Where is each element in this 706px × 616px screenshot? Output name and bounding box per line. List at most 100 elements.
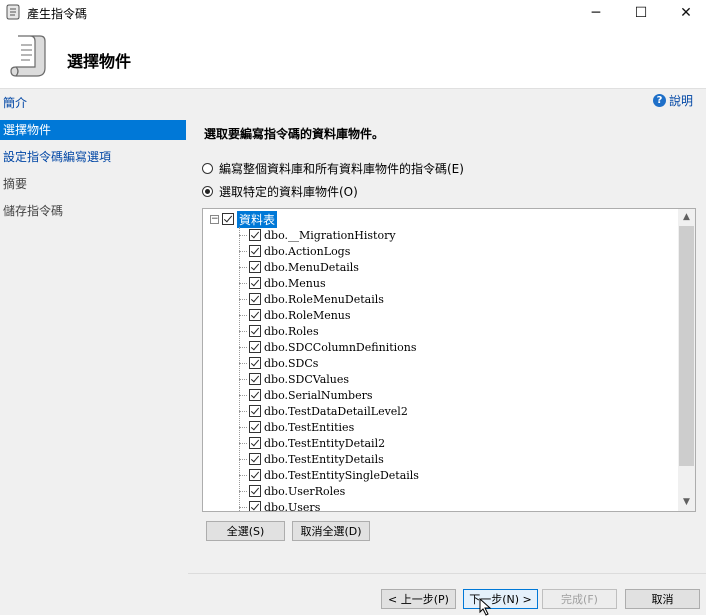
tree-item[interactable]: dbo.__MigrationHistory <box>239 227 396 243</box>
window-title: 產生指令碼 <box>27 7 88 21</box>
tree-item[interactable]: dbo.TestEntityDetails <box>239 451 384 467</box>
checkbox-checked[interactable] <box>249 405 261 417</box>
tree-item[interactable]: dbo.Roles <box>239 323 319 339</box>
checkbox-checked[interactable] <box>249 357 261 369</box>
checkbox-checked[interactable] <box>249 421 261 433</box>
tree-item-label: dbo.UserRoles <box>264 484 346 498</box>
checkbox-checked[interactable] <box>249 309 261 321</box>
minimize-button[interactable]: ─ <box>573 0 619 26</box>
tree-connector <box>239 394 247 396</box>
tree-item[interactable]: dbo.TestEntities <box>239 419 354 435</box>
object-tree[interactable]: − 資料表 dbo.__MigrationHistory dbo.ActionLo… <box>202 208 696 512</box>
tree-connector <box>239 298 247 300</box>
previous-button[interactable]: < 上一步(P) <box>381 589 456 609</box>
close-icon: ✕ <box>680 5 692 21</box>
tree-item-label: dbo.TestEntityDetail2 <box>264 436 386 450</box>
checkbox-checked[interactable] <box>249 293 261 305</box>
tree-item-label: dbo.TestEntitySingleDetails <box>264 468 419 482</box>
sidebar-item-choose-objects[interactable]: 選擇物件 <box>0 120 186 140</box>
help-label: 說明 <box>669 93 694 108</box>
tree-item-label: dbo.MenuDetails <box>264 260 359 274</box>
wizard-footer: < 上一步(P) 下一步(N) > 完成(F) 取消 <box>188 573 706 615</box>
tree-item[interactable]: dbo.TestEntityDetail2 <box>239 435 385 451</box>
checkbox-checked[interactable] <box>249 325 261 337</box>
maximize-icon: ☐ <box>634 5 648 21</box>
option-select-specific-objects[interactable]: 選取特定的資料庫物件(O) <box>202 183 358 199</box>
tree-connector <box>239 266 247 268</box>
tree-item[interactable]: dbo.SDCs <box>239 355 318 371</box>
collapse-icon[interactable]: − <box>210 214 219 224</box>
tree-item[interactable]: dbo.RoleMenuDetails <box>239 291 384 307</box>
tree-connector <box>239 250 247 252</box>
checkbox-checked[interactable] <box>249 261 261 273</box>
scrollbar-thumb[interactable] <box>679 226 694 466</box>
section-heading: 選取要編寫指令碼的資料庫物件。 <box>204 127 385 141</box>
tree-item-label: dbo.Roles <box>264 324 319 338</box>
checkbox-checked[interactable] <box>249 373 261 385</box>
scroll-down-icon[interactable]: ▼ <box>678 494 695 511</box>
radio-button-selected[interactable] <box>202 185 213 197</box>
tree-item[interactable]: dbo.Menus <box>239 275 326 291</box>
scroll-up-icon[interactable]: ▲ <box>678 209 695 226</box>
tree-item[interactable]: dbo.TestEntitySingleDetails <box>239 467 419 483</box>
next-button[interactable]: 下一步(N) > <box>463 589 538 609</box>
tree-item[interactable]: dbo.TestDataDetailLevel2 <box>239 403 408 419</box>
tree-item-label: dbo.Users <box>264 500 321 512</box>
deselect-all-button[interactable]: 取消全選(D) <box>292 521 370 541</box>
checkbox-checked[interactable] <box>249 485 261 497</box>
tree-item[interactable]: dbo.UserRoles <box>239 483 345 499</box>
tree-item-label: dbo.SerialNumbers <box>264 388 373 402</box>
tree-item-label: dbo.Menus <box>264 276 326 290</box>
checkbox-checked[interactable] <box>249 229 261 241</box>
main-panel: ? 說明 選取要編寫指令碼的資料庫物件。 編寫整個資料庫和所有資料庫物件的指令碼… <box>188 88 706 574</box>
select-all-button[interactable]: 全選(S) <box>206 521 285 541</box>
mouse-cursor-icon <box>479 598 492 616</box>
tree-item-label: dbo.SDCs <box>264 356 319 370</box>
finish-button: 完成(F) <box>542 589 617 609</box>
tree-connector <box>239 442 247 444</box>
tree-item-label: dbo.ActionLogs <box>264 244 351 258</box>
checkbox-checked[interactable] <box>249 389 261 401</box>
tree-item[interactable]: dbo.ActionLogs <box>239 243 350 259</box>
tree-connector <box>239 506 247 508</box>
maximize-button[interactable]: ☐ <box>618 0 664 26</box>
checkbox-checked[interactable] <box>249 453 261 465</box>
tree-connector <box>239 282 247 284</box>
help-link[interactable]: ? 說明 <box>653 91 693 109</box>
sidebar-item-intro[interactable]: 簡介 <box>0 93 186 113</box>
sidebar-item-save-script: 儲存指令碼 <box>3 204 64 218</box>
wizard-sidebar: 簡介 選擇物件 設定指令碼編寫選項 摘要 儲存指令碼 <box>0 88 188 615</box>
checkbox-checked[interactable] <box>222 213 234 225</box>
radio-button[interactable] <box>202 162 213 174</box>
tree-node-label: 資料表 <box>237 210 278 228</box>
checkbox-checked[interactable] <box>249 501 261 511</box>
checkbox-checked[interactable] <box>249 245 261 257</box>
tree-connector <box>239 474 247 476</box>
tree-item[interactable]: dbo.SDCColumnDefinitions <box>239 339 417 355</box>
minimize-icon: ─ <box>591 5 601 21</box>
tree-item[interactable]: dbo.MenuDetails <box>239 259 359 275</box>
tree-item-label: dbo.SDCColumnDefinitions <box>264 340 417 354</box>
checkbox-checked[interactable] <box>249 469 261 481</box>
close-button[interactable]: ✕ <box>663 0 706 26</box>
vertical-scrollbar[interactable]: ▲ ▼ <box>678 209 695 511</box>
tree-item-label: dbo.TestEntities <box>264 420 355 434</box>
tree-node-tables[interactable]: − 資料表 <box>210 210 278 228</box>
tree-connector <box>239 330 247 332</box>
tree-item[interactable]: dbo.Users <box>239 499 321 512</box>
option-script-entire-db[interactable]: 編寫整個資料庫和所有資料庫物件的指令碼(E) <box>202 160 464 176</box>
checkbox-checked[interactable] <box>249 437 261 449</box>
cancel-button[interactable]: 取消 <box>625 589 700 609</box>
tree-item[interactable]: dbo.RoleMenus <box>239 307 351 323</box>
title-bar: 產生指令碼 ─ ☐ ✕ <box>0 0 706 26</box>
sidebar-item-scripting-options[interactable]: 設定指令碼編寫選項 <box>0 147 186 167</box>
checkbox-checked[interactable] <box>249 341 261 353</box>
tree-connector <box>239 314 247 316</box>
checkbox-checked[interactable] <box>249 277 261 289</box>
tree-item[interactable]: dbo.SDCValues <box>239 371 349 387</box>
tree-item-label: dbo.TestDataDetailLevel2 <box>264 404 408 418</box>
tree-connector <box>239 410 247 412</box>
option-label: 選取特定的資料庫物件(O) <box>219 184 358 199</box>
tree-connector <box>239 490 247 492</box>
tree-item[interactable]: dbo.SerialNumbers <box>239 387 373 403</box>
